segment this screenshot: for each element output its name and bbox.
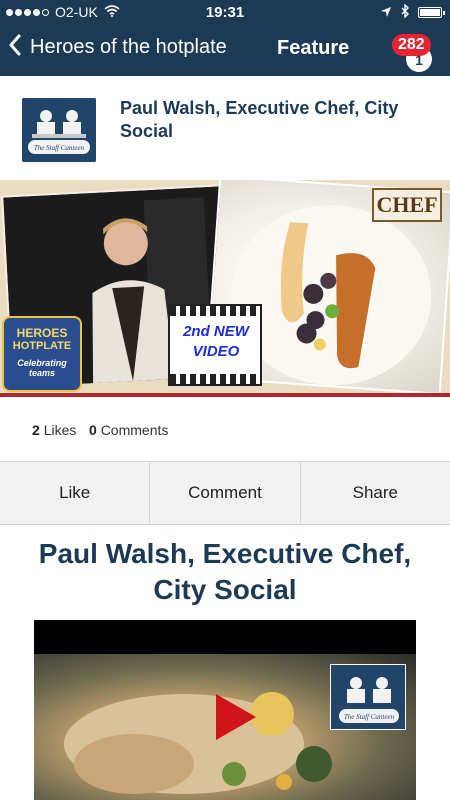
back-button[interactable]: Heroes of the hotplate xyxy=(8,34,227,61)
battery-icon xyxy=(418,7,445,18)
badge-line1: HEROES xyxy=(16,326,68,340)
video-badge-text: 2nd NEW VIDEO xyxy=(183,323,249,360)
action-bar: Like Comment Share xyxy=(0,461,450,525)
staff-canteen-logo[interactable]: The Staff Canteen xyxy=(22,98,96,162)
feature-image[interactable]: CHEF HEROES HOTPLATE Celebrating teams 2… xyxy=(0,180,450,397)
video-player[interactable]: The Staff Canteen xyxy=(34,620,416,800)
share-button[interactable]: Share xyxy=(299,462,450,524)
page-title: Feature xyxy=(277,37,350,59)
likes-label: Likes xyxy=(43,422,77,438)
badge-tagline: Celebrating teams xyxy=(17,358,67,378)
heroes-of-the-hotplate-badge: HEROES HOTPLATE Celebrating teams xyxy=(2,316,82,392)
app-header: O2-UK 19:31 Heroes of the hotplate Featu… xyxy=(0,0,450,76)
comments-number: 0 xyxy=(89,422,97,438)
badge-line2: HOTPLATE xyxy=(12,340,72,352)
status-right xyxy=(380,3,445,21)
notification-count-badge: 282 xyxy=(392,34,431,56)
location-arrow-icon xyxy=(380,5,392,21)
battery-fill xyxy=(420,9,440,16)
app-screen: O2-UK 19:31 Heroes of the hotplate Featu… xyxy=(0,0,450,800)
video-logo-wordmark: The Staff Canteen xyxy=(344,713,395,721)
post-header: The Staff Canteen Paul Walsh, Executive … xyxy=(0,76,450,180)
back-chevron-icon xyxy=(8,34,22,61)
likes-number: 2 xyxy=(32,422,40,438)
comments-count[interactable]: 0 Comments xyxy=(89,422,168,438)
film-strip-bottom xyxy=(170,374,260,384)
back-label: Heroes of the hotplate xyxy=(30,36,227,58)
logo-wordmark: The Staff Canteen xyxy=(34,144,85,152)
play-icon xyxy=(216,694,256,740)
notifications-button[interactable]: 1 282 xyxy=(392,34,438,80)
chef-brand-logo: CHEF xyxy=(372,188,442,222)
post-title[interactable]: Paul Walsh, Executive Chef, City Social xyxy=(120,97,420,143)
film-strip-top xyxy=(170,306,260,316)
nav-bar: Heroes of the hotplate Feature 1 282 xyxy=(0,24,450,76)
play-button[interactable] xyxy=(212,692,258,742)
likes-count[interactable]: 2 Likes xyxy=(32,422,76,438)
video-staff-canteen-logo: The Staff Canteen xyxy=(330,664,406,730)
video-film-badge: 2nd NEW VIDEO xyxy=(168,304,262,386)
like-button[interactable]: Like xyxy=(0,462,149,524)
comments-label: Comments xyxy=(100,422,169,438)
article-title: Paul Walsh, Executive Chef, City Social xyxy=(38,538,412,605)
status-bar: O2-UK 19:31 xyxy=(0,0,450,24)
bluetooth-icon xyxy=(400,3,410,21)
post-stats: 2 Likes 0 Comments xyxy=(0,397,450,461)
comment-button[interactable]: Comment xyxy=(149,462,299,524)
